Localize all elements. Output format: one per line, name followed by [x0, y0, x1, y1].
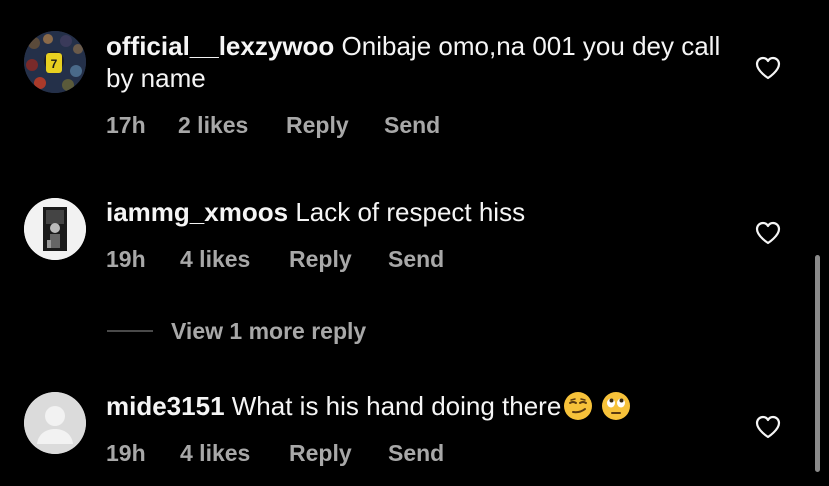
- comment-text: mide3151 What is his hand doing there: [106, 390, 726, 422]
- send-button[interactable]: Send: [384, 112, 440, 139]
- comment-username[interactable]: iammg_xmoos: [106, 197, 288, 227]
- heart-icon[interactable]: [755, 56, 781, 80]
- smirking-face-emoji: [564, 392, 593, 420]
- avatar[interactable]: 7: [24, 31, 86, 93]
- likes-count[interactable]: 4 likes: [180, 246, 250, 273]
- svg-text:7: 7: [51, 57, 58, 71]
- reply-button[interactable]: Reply: [289, 246, 352, 273]
- comment-text: iammg_xmoos Lack of respect hiss: [106, 196, 726, 228]
- comment-message: Lack of respect hiss: [295, 197, 526, 227]
- heart-icon[interactable]: [755, 221, 781, 245]
- comment-timestamp: 17h: [106, 112, 146, 138]
- reply-thread-line: [107, 330, 153, 332]
- comment-meta: 17h 2 likes Reply Send: [106, 112, 506, 140]
- comment-body: iammg_xmoos Lack of respect hiss: [106, 196, 726, 228]
- likes-count[interactable]: 4 likes: [180, 440, 250, 467]
- likes-count[interactable]: 2 likes: [178, 112, 248, 139]
- comment-message: What is his hand doing there: [231, 391, 562, 421]
- comment-username[interactable]: official__lexzywoo: [106, 31, 334, 61]
- scrollbar[interactable]: [815, 255, 820, 472]
- comment-username[interactable]: mide3151: [106, 391, 225, 421]
- comment-body: official__lexzywoo Onibaje omo,na 001 yo…: [106, 30, 726, 94]
- heart-icon[interactable]: [755, 415, 781, 439]
- comment-meta: 19h 4 likes Reply Send: [106, 440, 506, 468]
- avatar[interactable]: [24, 392, 86, 454]
- reply-button[interactable]: Reply: [289, 440, 352, 467]
- comment-timestamp: 19h: [106, 246, 146, 272]
- reply-button[interactable]: Reply: [286, 112, 349, 139]
- face-with-rolling-eyes-emoji: [602, 392, 631, 420]
- avatar[interactable]: [24, 198, 86, 260]
- send-button[interactable]: Send: [388, 246, 444, 273]
- view-more-replies-button[interactable]: View 1 more reply: [171, 318, 366, 345]
- comment-meta: 19h 4 likes Reply Send: [106, 246, 506, 274]
- default-avatar-icon: [24, 392, 86, 454]
- comment-text: official__lexzywoo Onibaje omo,na 001 yo…: [106, 30, 726, 94]
- comment-body: mide3151 What is his hand doing there: [106, 390, 726, 422]
- send-button[interactable]: Send: [388, 440, 444, 467]
- comment-timestamp: 19h: [106, 440, 146, 466]
